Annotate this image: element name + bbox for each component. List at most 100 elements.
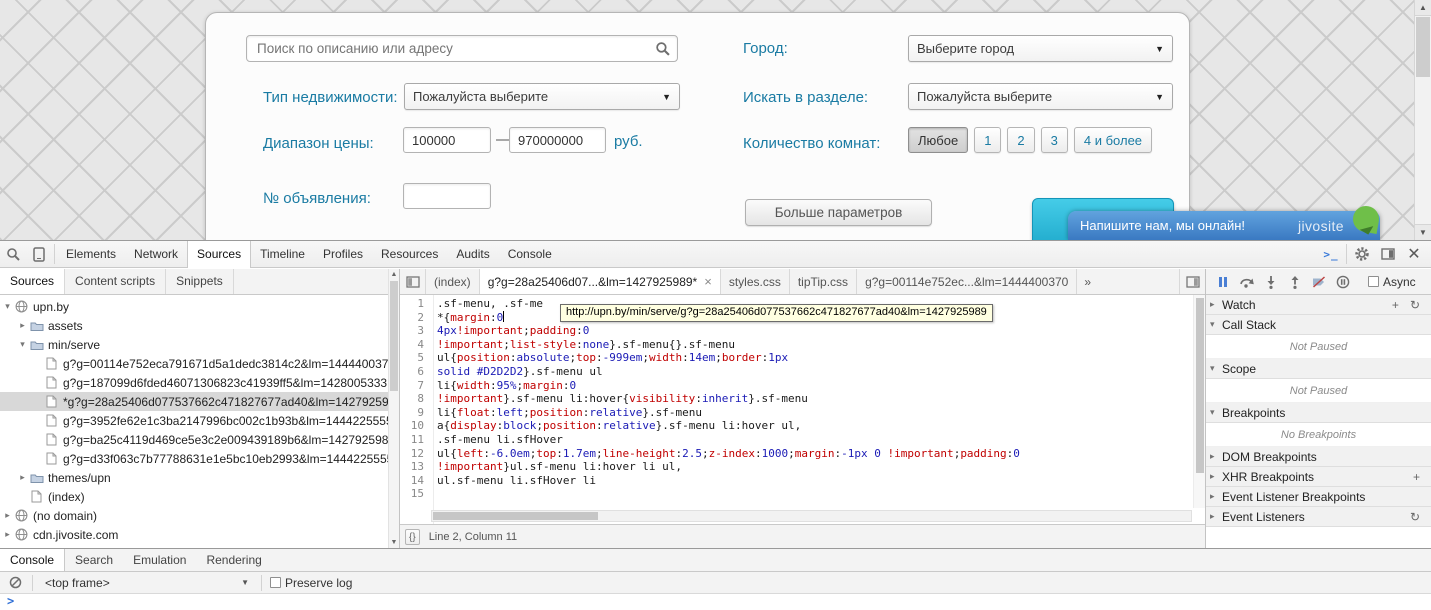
devtools-tab-timeline[interactable]: Timeline [251, 241, 314, 268]
rooms-option-0[interactable]: Любое [908, 127, 968, 153]
preserve-log-checkbox[interactable] [270, 577, 281, 588]
pause-on-exceptions-icon[interactable] [1331, 270, 1355, 294]
section-header-dom-breakpoints[interactable]: ▸DOM Breakpoints [1206, 447, 1431, 467]
rooms-option-1[interactable]: 1 [974, 127, 1001, 153]
devtools-tab-network[interactable]: Network [125, 241, 187, 268]
section-header-scope[interactable]: ▾Scope [1206, 359, 1431, 379]
scrollbar-thumb[interactable] [433, 512, 598, 520]
more-params-button[interactable]: Больше параметров [745, 199, 932, 226]
frame-context-select[interactable]: <top frame> ▼ [41, 576, 253, 590]
drawer-tab-search[interactable]: Search [65, 549, 123, 571]
devtools-tab-sources[interactable]: Sources [187, 241, 251, 268]
search-icon[interactable] [655, 41, 670, 61]
expander-icon[interactable]: ▾ [2, 301, 13, 312]
code-editor[interactable]: 123456789101112131415 .sf-menu, .sf-me*{… [400, 295, 1205, 524]
tree-item-file[interactable]: g?g=3952fe62e1c3ba2147996bc002c1b93b&lm=… [0, 411, 399, 430]
drawer-tab-console[interactable]: Console [0, 549, 65, 571]
devtools-tab-profiles[interactable]: Profiles [314, 241, 372, 268]
editor-tab-1[interactable]: g?g=28a25406d07...&lm=1427925989*× [480, 269, 721, 294]
listing-number-input[interactable] [403, 183, 491, 209]
toggle-navigator-icon[interactable] [400, 269, 426, 294]
toggle-debugger-sidebar-icon[interactable] [1179, 269, 1205, 294]
dock-side-icon[interactable] [1375, 241, 1401, 267]
navigator-tab-sources[interactable]: Sources [0, 269, 65, 294]
city-select[interactable]: Выберите город ▼ [908, 35, 1173, 62]
expander-icon[interactable]: ▾ [17, 339, 28, 350]
drawer-tab-rendering[interactable]: Rendering [196, 549, 271, 571]
close-devtools-icon[interactable]: ✕ [1401, 241, 1427, 267]
pretty-print-button[interactable]: {} [405, 529, 420, 545]
code-line[interactable]: !important;list-style:none}.sf-menu{}.sf… [437, 338, 1192, 352]
scroll-down-icon[interactable]: ▼ [1415, 224, 1431, 240]
code-line[interactable]: li{width:95%;margin:0 [437, 379, 1192, 393]
editor-tab-3[interactable]: tipTip.css [790, 269, 857, 294]
add-icon[interactable]: + [1392, 298, 1399, 312]
section-header-call-stack[interactable]: ▾Call Stack [1206, 315, 1431, 335]
refresh-icon[interactable]: ↻ [1410, 298, 1420, 312]
inspect-element-icon[interactable] [0, 241, 26, 267]
code-line[interactable]: !important}ul.sf-menu li:hover li ul, [437, 460, 1192, 474]
step-out-icon[interactable] [1283, 270, 1307, 294]
editor-tab-4[interactable]: g?g=00114e752ec...&lm=1444400370 [857, 269, 1077, 294]
devtools-tab-resources[interactable]: Resources [372, 241, 447, 268]
tree-item-file[interactable]: g?g=ba25c4119d469ce5e3c2e009439189b6&lm=… [0, 430, 399, 449]
devtools-tab-elements[interactable]: Elements [57, 241, 125, 268]
refresh-icon[interactable]: ↻ [1410, 510, 1420, 524]
step-into-icon[interactable] [1259, 270, 1283, 294]
rooms-option-2[interactable]: 2 [1007, 127, 1034, 153]
scrollbar-thumb[interactable] [390, 281, 398, 391]
editor-tab-2[interactable]: styles.css [721, 269, 790, 294]
devtools-tab-audits[interactable]: Audits [447, 241, 498, 268]
editor-vertical-scrollbar[interactable] [1193, 295, 1205, 508]
pause-script-icon[interactable] [1211, 270, 1235, 294]
section-header-breakpoints[interactable]: ▾Breakpoints [1206, 403, 1431, 423]
navigator-tab-snippets[interactable]: Snippets [166, 269, 234, 294]
async-checkbox-group[interactable]: Async [1368, 275, 1416, 289]
section-header-watch[interactable]: ▸Watch+↻ [1206, 295, 1431, 315]
tree-item-folder[interactable]: ▸assets [0, 316, 399, 335]
tree-item-file[interactable]: g?g=187099d6fded46071306823c41939ff5&lm=… [0, 373, 399, 392]
code-line[interactable]: 4px!important;padding:0 [437, 324, 1192, 338]
editor-horizontal-scrollbar[interactable] [431, 510, 1192, 522]
device-mode-icon[interactable] [26, 241, 52, 267]
section-header-event-listener-breakpoints[interactable]: ▸Event Listener Breakpoints [1206, 487, 1431, 507]
page-scrollbar[interactable]: ▲ ▼ [1414, 0, 1431, 240]
expander-icon[interactable]: ▸ [17, 472, 28, 483]
tree-item-file[interactable]: g?g=00114e752eca791671d5a1dedc3814c2&lm=… [0, 354, 399, 373]
tree-item-folder[interactable]: ▸themes/upn [0, 468, 399, 487]
editor-tab-0[interactable]: (index) [426, 269, 480, 294]
rooms-option-3[interactable]: 3 [1041, 127, 1068, 153]
tree-item-file[interactable]: *g?g=28a25406d077537662c471827677ad40&lm… [0, 392, 399, 411]
add-icon[interactable]: + [1413, 470, 1420, 484]
code-line[interactable]: a{display:block;position:relative}.sf-me… [437, 419, 1192, 433]
settings-gear-icon[interactable] [1349, 241, 1375, 267]
code-line[interactable] [437, 487, 1192, 501]
expander-icon[interactable]: ▸ [17, 320, 28, 331]
tree-item-domain[interactable]: ▸cdn.jivosite.com [0, 525, 399, 544]
rooms-option-4[interactable]: 4 и более [1074, 127, 1152, 153]
price-max-input[interactable] [509, 127, 606, 153]
property-type-select[interactable]: Пожалуйста выберите ▼ [404, 83, 680, 110]
deactivate-breakpoints-icon[interactable] [1307, 270, 1331, 294]
code-line[interactable]: solid #D2D2D2}.sf-menu ul [437, 365, 1192, 379]
preserve-log-group[interactable]: Preserve log [270, 576, 352, 590]
tabs-overflow-button[interactable]: » [1077, 269, 1098, 294]
section-header-xhr-breakpoints[interactable]: ▸XHR Breakpoints+ [1206, 467, 1431, 487]
scrollbar-thumb[interactable] [1196, 298, 1204, 473]
expander-icon[interactable]: ▸ [2, 529, 13, 540]
price-min-input[interactable] [403, 127, 491, 153]
scrollbar-thumb[interactable] [1416, 17, 1430, 77]
scroll-up-icon[interactable]: ▲ [389, 269, 399, 280]
console-output[interactable]: > [0, 594, 1431, 610]
code-line[interactable]: ul{position:absolute;top:-999em;width:14… [437, 351, 1192, 365]
scroll-down-icon[interactable]: ▼ [389, 537, 399, 548]
section-select[interactable]: Пожалуйста выберите ▼ [908, 83, 1173, 110]
code-line[interactable]: !important}.sf-menu li:hover{visibility:… [437, 392, 1192, 406]
section-header-event-listeners[interactable]: ▸Event Listeners↻ [1206, 507, 1431, 527]
code-line[interactable]: .sf-menu li.sfHover [437, 433, 1192, 447]
chat-widget[interactable]: Напишите нам, мы онлайн! jivosite [1068, 211, 1380, 240]
tree-item-folder[interactable]: ▾min/serve [0, 335, 399, 354]
scroll-up-icon[interactable]: ▲ [1415, 0, 1431, 16]
devtools-tab-console[interactable]: Console [499, 241, 561, 268]
toggle-console-drawer-icon[interactable]: >_ [1318, 241, 1344, 267]
